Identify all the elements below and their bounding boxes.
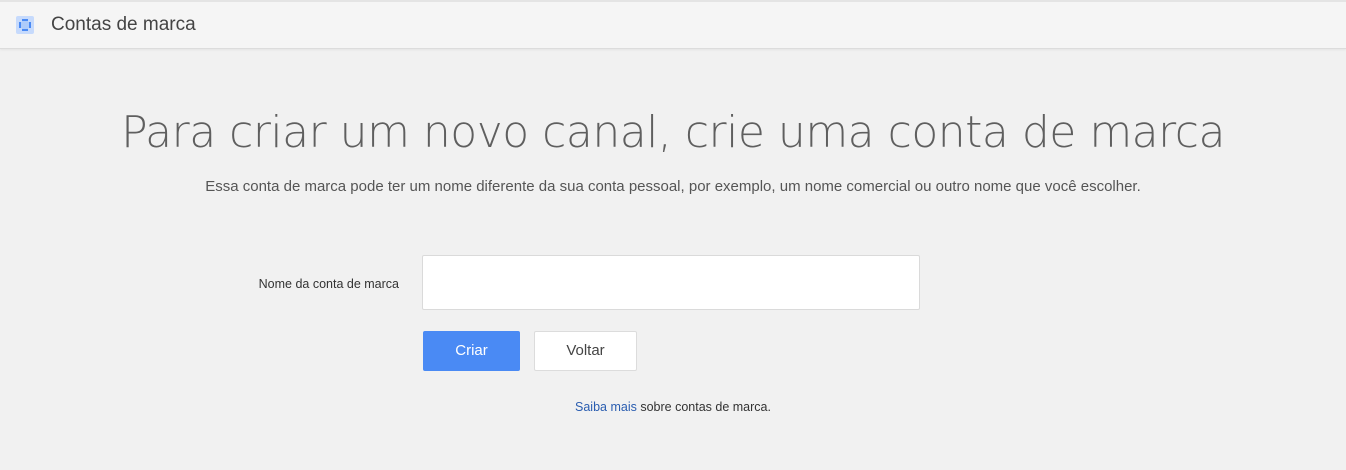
top-bar: Contas de marca	[0, 0, 1346, 49]
app-title: Contas de marca	[51, 14, 196, 35]
brand-account-icon	[16, 16, 34, 34]
top-bar-divider	[0, 0, 1346, 2]
page-headline: Para criar um novo canal, crie uma conta…	[121, 107, 1225, 158]
learn-more-text: Saiba mais sobre contas de marca.	[0, 398, 1346, 416]
page-subtitle: Essa conta de marca pode ter um nome dif…	[205, 178, 1141, 195]
back-button[interactable]: Voltar	[534, 331, 637, 371]
learn-more-link[interactable]: Saiba mais	[575, 400, 637, 414]
learn-more-suffix: sobre contas de marca.	[636, 400, 771, 414]
create-button[interactable]: Criar	[423, 331, 520, 371]
brand-name-label: Nome da conta de marca	[258, 277, 399, 291]
brand-name-input[interactable]	[422, 255, 920, 310]
